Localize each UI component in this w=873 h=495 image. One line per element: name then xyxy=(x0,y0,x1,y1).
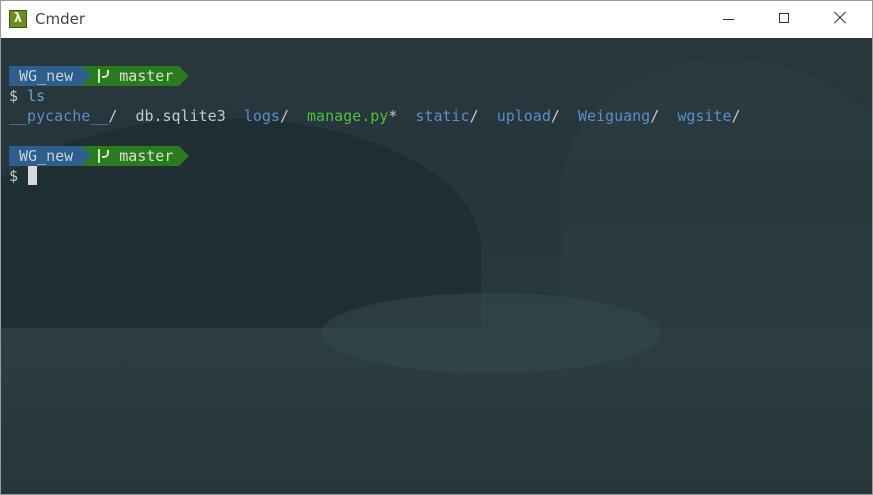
command-text: ls xyxy=(27,87,46,105)
close-button[interactable] xyxy=(817,1,863,38)
prompt-symbol: $ xyxy=(9,87,19,105)
window-title: Cmder xyxy=(35,10,86,28)
ls-item-suffix: * xyxy=(388,107,398,125)
ls-item-suffix: / xyxy=(550,107,560,125)
prompt-line: WG_new master xyxy=(9,66,741,86)
ls-item: Weiguang xyxy=(577,107,651,125)
ls-item-suffix: / xyxy=(279,107,289,125)
title-bar[interactable]: λ Cmder xyxy=(1,1,872,38)
ls-item: db.sqlite3 xyxy=(135,107,226,125)
prompt-git-segment: master xyxy=(91,146,180,166)
background-glow xyxy=(321,293,661,373)
lambda-icon[interactable]: λ xyxy=(9,10,27,28)
powerline-end xyxy=(179,146,190,166)
command-line: $ ls xyxy=(9,86,741,106)
ls-item-suffix: / xyxy=(731,107,741,125)
ls-item: upload xyxy=(496,107,551,125)
ls-item: __pycache__ xyxy=(9,107,109,125)
ls-output-line: __pycache__/ db.sqlite3 logs/ manage.py*… xyxy=(9,106,741,126)
ls-item-suffix: / xyxy=(108,107,118,125)
git-branch-icon xyxy=(95,148,110,164)
close-icon xyxy=(831,9,849,27)
minimize-icon xyxy=(723,19,734,20)
ls-item-suffix: / xyxy=(650,107,660,125)
ls-item-suffix: / xyxy=(469,107,479,125)
text-cursor xyxy=(28,166,38,185)
ls-item: logs xyxy=(243,107,280,125)
prompt-line: WG_new master xyxy=(9,146,741,166)
ls-item: manage.py xyxy=(307,107,389,125)
maximize-button[interactable] xyxy=(761,1,807,38)
prompt-branch: master xyxy=(119,147,174,165)
ls-item: wgsite xyxy=(677,107,732,125)
prompt-directory: WG_new xyxy=(9,66,82,86)
terminal-area[interactable]: WG_new master $ ls __pycache__/ db.sqlit… xyxy=(1,38,872,494)
git-branch-icon xyxy=(95,68,110,84)
prompt-branch: master xyxy=(119,67,174,85)
powerline-separator xyxy=(81,146,92,166)
prompt-directory: WG_new xyxy=(9,146,82,166)
terminal-output: WG_new master $ ls __pycache__/ db.sqlit… xyxy=(9,66,741,186)
cmder-window: λ Cmder WG_new master $ ls __pycache__/ … xyxy=(0,0,873,495)
powerline-separator xyxy=(81,66,92,86)
maximize-icon xyxy=(779,13,789,23)
prompt-git-segment: master xyxy=(91,66,180,86)
ls-item: static xyxy=(415,107,470,125)
prompt-symbol: $ xyxy=(9,167,19,185)
powerline-end xyxy=(179,66,190,86)
command-line[interactable]: $ xyxy=(9,166,741,186)
minimize-button[interactable] xyxy=(706,1,752,38)
